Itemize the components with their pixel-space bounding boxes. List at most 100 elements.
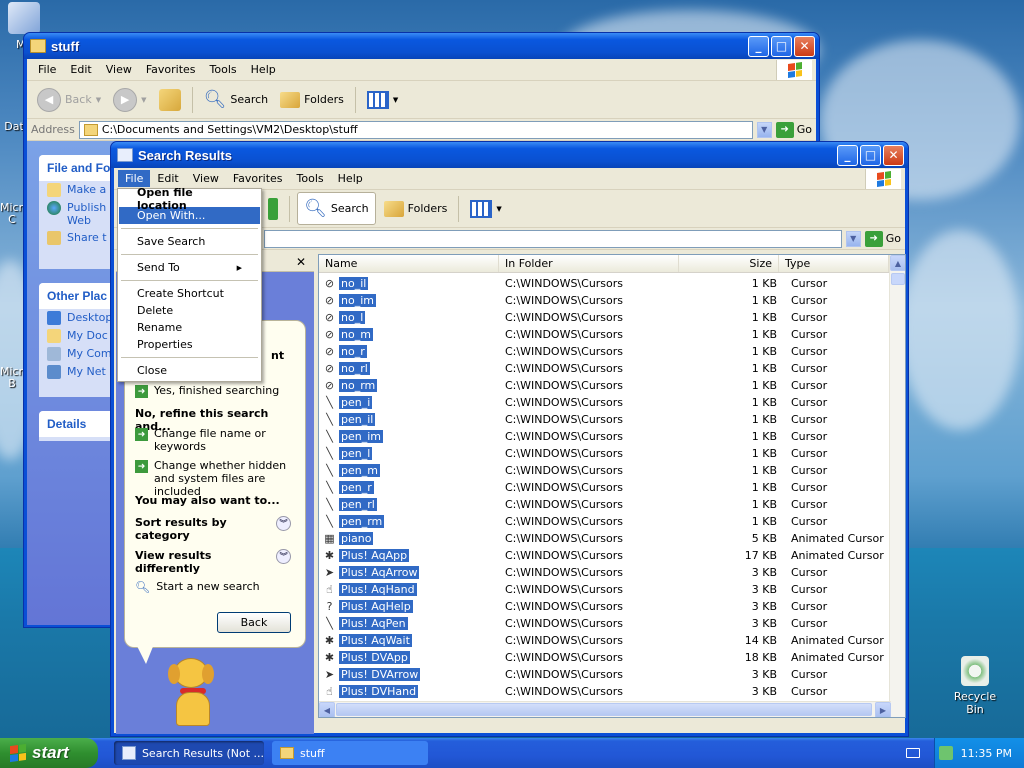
table-row[interactable]: ╲ pen_r C:\WINDOWS\Cursors 1 KB Cursor <box>319 479 905 496</box>
folders-button[interactable]: Folders <box>380 198 452 220</box>
table-row[interactable]: ╲ pen_im C:\WINDOWS\Cursors 1 KB Cursor <box>319 428 905 445</box>
menu-item-open-file-location[interactable]: Open file location <box>119 186 260 212</box>
table-row[interactable]: ╲ pen_rl C:\WINDOWS\Cursors 1 KB Cursor <box>319 496 905 513</box>
rover-dog-icon[interactable] <box>166 658 222 728</box>
menu-tools[interactable]: Tools <box>290 170 331 187</box>
menu-item-close[interactable]: Close <box>119 362 260 379</box>
horizontal-scroll-thumb[interactable] <box>336 703 872 716</box>
menu-view[interactable]: View <box>186 170 226 187</box>
clock[interactable]: 11:35 PM <box>961 747 1012 760</box>
table-row[interactable]: ▦ piano C:\WINDOWS\Cursors 5 KB Animated Cur… <box>319 530 905 547</box>
table-row[interactable]: ⊘ no_il C:\WINDOWS\Cursors 1 KB Cursor <box>319 275 905 292</box>
file-name[interactable]: pen_i <box>339 396 373 409</box>
scroll-right-button[interactable]: ▶ <box>875 702 891 717</box>
finished-searching-option[interactable]: ➜ Yes, finished searching <box>125 384 289 398</box>
back-button[interactable]: Back <box>217 612 291 633</box>
file-name[interactable]: pen_l <box>339 447 373 460</box>
expand-chevron-icon[interactable]: ︾ <box>276 549 291 564</box>
table-row[interactable]: ⊘ no_l C:\WINDOWS\Cursors 1 KB Cursor <box>319 309 905 326</box>
column-header-name[interactable]: Name <box>319 255 499 272</box>
file-name[interactable]: no_m <box>339 328 373 341</box>
search-button[interactable]: 🔍︎ Search <box>297 192 376 225</box>
menu-item-create-shortcut[interactable]: Create Shortcut <box>119 285 260 302</box>
file-name[interactable]: no_rm <box>339 379 378 392</box>
table-row[interactable]: ╲ Plus! AqPen C:\WINDOWS\Cursors 3 KB Cursor <box>319 615 905 632</box>
file-name[interactable]: Plus! AqArrow <box>339 566 420 579</box>
table-row[interactable]: ☝ Plus! AqHand C:\WINDOWS\Cursors 3 KB Curso… <box>319 581 905 598</box>
menu-favorites[interactable]: Favorites <box>226 170 290 187</box>
address-dropdown[interactable]: ▼ <box>845 230 861 247</box>
desktop-icon-computer[interactable]: Micro C <box>0 202 30 226</box>
address-input[interactable] <box>264 229 842 248</box>
file-name[interactable]: Plus! AqHand <box>339 583 417 596</box>
file-name[interactable]: pen_im <box>339 430 383 443</box>
menu-view[interactable]: View <box>99 61 139 78</box>
up-folder-button[interactable] <box>155 86 185 114</box>
file-name[interactable]: piano <box>339 532 374 545</box>
table-row[interactable]: ⊘ no_rm C:\WINDOWS\Cursors 1 KB Cursor <box>319 377 905 394</box>
scroll-left-button[interactable]: ◀ <box>319 702 335 717</box>
menu-item-rename[interactable]: Rename <box>119 319 260 336</box>
stuff-titlebar[interactable]: stuff _ □ ✕ <box>24 33 819 59</box>
file-name[interactable]: no_r <box>339 345 367 358</box>
table-row[interactable]: ➤ Plus! AqArrow C:\WINDOWS\Cursors 3 KB Curs… <box>319 564 905 581</box>
table-row[interactable]: ╲ pen_rm C:\WINDOWS\Cursors 1 KB Cursor <box>319 513 905 530</box>
close-button[interactable]: ✕ <box>794 35 815 57</box>
close-icon[interactable]: ✕ <box>296 255 306 269</box>
file-name[interactable]: Plus! AqApp <box>339 549 410 562</box>
maximize-button[interactable]: □ <box>860 144 881 166</box>
go-button[interactable]: ➜ Go <box>775 121 812 138</box>
taskbar-item-search-results[interactable]: Search Results (Not ... <box>114 741 264 765</box>
menu-edit[interactable]: Edit <box>63 61 98 78</box>
go-button[interactable]: ➜ Go <box>864 230 901 247</box>
menu-item-save-search[interactable]: Save Search <box>119 233 260 250</box>
menu-help[interactable]: Help <box>244 61 283 78</box>
desktop-icon-browser[interactable]: Micro B <box>0 366 30 390</box>
new-search-option[interactable]: 🔍︎ Start a new search <box>125 580 270 594</box>
start-button[interactable]: start <box>0 738 98 768</box>
table-row[interactable]: ⊘ no_rl C:\WINDOWS\Cursors 1 KB Cursor <box>319 360 905 377</box>
table-row[interactable]: ╲ pen_il C:\WINDOWS\Cursors 1 KB Cursor <box>319 411 905 428</box>
file-name[interactable]: Plus! DVArrow <box>339 668 421 681</box>
file-name[interactable]: no_il <box>339 277 369 290</box>
file-name[interactable]: Plus! DVApp <box>339 651 410 664</box>
file-name[interactable]: no_rl <box>339 362 370 375</box>
table-row[interactable]: ⊘ no_im C:\WINDOWS\Cursors 1 KB Cursor <box>319 292 905 309</box>
menu-item-properties[interactable]: Properties <box>119 336 260 353</box>
file-name[interactable]: pen_il <box>339 413 376 426</box>
table-row[interactable]: ╲ pen_i C:\WINDOWS\Cursors 1 KB Cursor <box>319 394 905 411</box>
menu-edit[interactable]: Edit <box>150 170 185 187</box>
table-row[interactable]: ⊘ no_r C:\WINDOWS\Cursors 1 KB Cursor <box>319 343 905 360</box>
vertical-scrollbar[interactable]: ▲ <box>889 255 905 717</box>
file-menu-dropdown[interactable]: Open file location Open With... Save Searc… <box>117 186 262 382</box>
file-name[interactable]: pen_m <box>339 464 380 477</box>
keyboard-icon[interactable] <box>906 748 920 758</box>
folders-button[interactable]: Folders <box>276 89 348 111</box>
back-button[interactable]: ◀ Back ▼ <box>33 85 105 115</box>
table-row[interactable]: ✱ Plus! AqApp C:\WINDOWS\Cursors 17 KB Anima… <box>319 547 905 564</box>
column-header-size[interactable]: Size <box>679 255 779 272</box>
file-name[interactable]: no_l <box>339 311 366 324</box>
table-row[interactable]: ➤ Plus! DVArrow C:\WINDOWS\Cursors 3 KB Curs… <box>319 666 905 683</box>
change-name-option[interactable]: ➜ Change file name or keywords <box>125 427 295 453</box>
menu-file[interactable]: File <box>118 170 151 187</box>
address-dropdown[interactable]: ▼ <box>756 121 772 138</box>
taskbar-item-stuff[interactable]: stuff <box>272 741 428 765</box>
file-name[interactable]: Plus! DVHand <box>339 685 419 698</box>
up-folder-button[interactable] <box>264 195 282 223</box>
table-row[interactable]: ☝ Plus! DVHand C:\WINDOWS\Cursors 3 KB Curso… <box>319 683 905 700</box>
minimize-button[interactable]: _ <box>748 35 769 57</box>
menu-item-open-with[interactable]: Open With... <box>119 207 260 224</box>
scroll-up-button[interactable]: ▲ <box>890 255 905 271</box>
table-row[interactable]: ╲ pen_l C:\WINDOWS\Cursors 1 KB Cursor <box>319 445 905 462</box>
search-button[interactable]: 🔍︎ Search <box>200 86 273 113</box>
views-button[interactable]: ▼ <box>466 197 505 221</box>
views-button[interactable]: ▼ <box>363 88 402 112</box>
column-header-folder[interactable]: In Folder <box>499 255 679 272</box>
search-titlebar[interactable]: Search Results _ □ ✕ <box>111 142 908 168</box>
menu-help[interactable]: Help <box>331 170 370 187</box>
table-row[interactable]: ╲ pen_m C:\WINDOWS\Cursors 1 KB Cursor <box>319 462 905 479</box>
column-header-type[interactable]: Type <box>779 255 889 272</box>
change-hidden-option[interactable]: ➜ Change whether hidden and system files… <box>125 459 301 498</box>
menu-item-send-to[interactable]: Send To ▶ <box>119 259 260 276</box>
